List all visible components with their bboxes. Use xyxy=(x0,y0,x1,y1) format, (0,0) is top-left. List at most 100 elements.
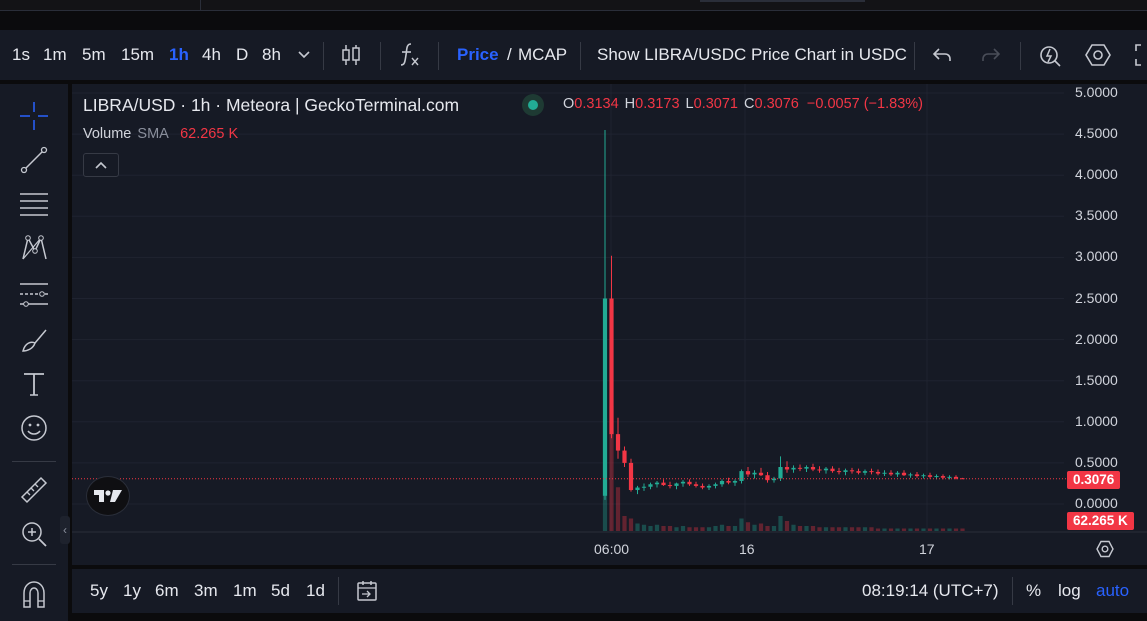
trendline-icon[interactable] xyxy=(12,140,56,180)
collapse-sidebar-button[interactable]: ‹ xyxy=(60,516,70,544)
text-icon[interactable] xyxy=(12,364,56,404)
interval-4h[interactable]: 4h xyxy=(202,30,221,80)
chart-title: LIBRA/USD · 1h · Meteora | GeckoTerminal… xyxy=(83,95,460,115)
toolbar-separator xyxy=(580,42,581,70)
interval-8h[interactable]: 8h xyxy=(262,30,281,80)
interval-1m[interactable]: 1m xyxy=(43,30,67,80)
interval-1s[interactable]: 1s xyxy=(12,30,30,80)
range-5y[interactable]: 5y xyxy=(90,569,108,613)
volume-bar xyxy=(778,516,783,531)
axis-settings-icon[interactable] xyxy=(1095,539,1115,559)
volume-bar xyxy=(953,528,959,531)
calendar-icon[interactable] xyxy=(354,578,380,604)
candle-body xyxy=(693,484,699,486)
collapse-legend-button[interactable] xyxy=(83,153,119,177)
change-value: −0.0057 (−1.83%) xyxy=(806,96,923,112)
interval-d[interactable]: D xyxy=(236,30,248,80)
top-tab-indicator xyxy=(700,0,865,2)
tradingview-logo[interactable] xyxy=(86,476,130,516)
candle-body xyxy=(856,471,861,473)
fib-icon[interactable] xyxy=(12,184,56,224)
zoom-icon[interactable] xyxy=(12,514,56,554)
candle-body xyxy=(875,471,881,474)
settings-icon[interactable] xyxy=(1084,42,1112,68)
pattern-icon[interactable] xyxy=(12,228,56,268)
volume-bar xyxy=(804,526,809,531)
candle-body xyxy=(654,482,660,485)
interval-15m[interactable]: 15m xyxy=(121,30,154,80)
candle-body xyxy=(687,481,692,485)
volume-bar xyxy=(680,526,686,531)
fullscreen-icon[interactable] xyxy=(1133,43,1147,67)
candle-body xyxy=(615,434,621,451)
candle-body xyxy=(713,484,718,486)
candle-body xyxy=(836,471,842,473)
candle-body xyxy=(622,450,627,463)
candle-body xyxy=(797,467,803,469)
interval-1h[interactable]: 1h xyxy=(169,30,189,80)
volume-bar xyxy=(843,527,848,531)
log-toggle[interactable]: log xyxy=(1058,569,1081,613)
candle-body xyxy=(661,482,666,486)
volume-bar xyxy=(628,518,634,531)
volume-bar xyxy=(862,527,868,531)
percent-toggle[interactable]: % xyxy=(1026,569,1041,613)
candle-body xyxy=(648,484,653,487)
candle-body xyxy=(674,483,679,486)
range-1y[interactable]: 1y xyxy=(123,569,141,613)
drawing-toolbar xyxy=(0,84,68,621)
indicators-icon[interactable] xyxy=(396,42,422,68)
volume-bar xyxy=(869,527,874,531)
mcap-toggle[interactable]: MCAP xyxy=(518,30,567,80)
clock-display[interactable]: 08:19:14 (UTC+7) xyxy=(862,569,999,613)
alert-icon[interactable] xyxy=(1037,42,1063,68)
volume-bar xyxy=(615,487,621,531)
candle-body xyxy=(934,476,939,478)
range-1d[interactable]: 1d xyxy=(306,569,325,613)
candle-body xyxy=(940,476,946,478)
volume-bar xyxy=(739,518,744,531)
candle-body xyxy=(635,487,640,491)
emoji-icon[interactable] xyxy=(12,408,56,448)
volume-bar xyxy=(765,526,770,531)
price-axis-label: 2.0000 xyxy=(1075,330,1118,347)
ruler-icon[interactable] xyxy=(12,470,56,510)
show-usdc-chart-button[interactable]: Show LIBRA/USDC Price Chart in USDC xyxy=(597,30,907,80)
candle-body xyxy=(758,472,764,476)
candles-icon[interactable] xyxy=(339,42,363,68)
chevron-up-icon xyxy=(95,161,107,169)
volume-bar xyxy=(758,523,764,531)
magnet-icon[interactable] xyxy=(12,574,56,614)
volume-bar xyxy=(817,527,822,531)
redo-icon[interactable] xyxy=(980,44,1002,66)
range-5d[interactable]: 5d xyxy=(271,569,290,613)
candle-body xyxy=(862,471,868,473)
measure-lines-icon[interactable] xyxy=(12,274,56,314)
volume-bar xyxy=(693,527,699,531)
volume-bar xyxy=(706,527,712,531)
range-6m[interactable]: 6m xyxy=(155,569,179,613)
range-3m[interactable]: 3m xyxy=(194,569,218,613)
volume-bar xyxy=(648,526,653,531)
chart-pane[interactable] xyxy=(72,84,1147,565)
undo-icon[interactable] xyxy=(931,44,953,66)
volume-bar xyxy=(836,527,842,531)
low-key: L xyxy=(685,96,694,112)
price-toggle[interactable]: Price xyxy=(457,30,499,80)
price-axis-label: 3.5000 xyxy=(1075,207,1118,224)
volume-bar xyxy=(661,526,666,531)
range-1m[interactable]: 1m xyxy=(233,569,257,613)
candle-body xyxy=(609,298,614,435)
candle-body xyxy=(706,485,712,488)
chart-canvas[interactable] xyxy=(72,84,1147,565)
candle-body xyxy=(732,480,738,483)
volume-bar xyxy=(654,524,660,531)
interval-5m[interactable]: 5m xyxy=(82,30,106,80)
candle-body xyxy=(602,298,608,496)
auto-toggle[interactable]: auto xyxy=(1096,569,1129,613)
volume-bar xyxy=(687,527,692,531)
brush-icon[interactable] xyxy=(12,320,56,360)
price-axis-label: 5.0000 xyxy=(1075,84,1118,100)
crosshair-icon[interactable] xyxy=(12,96,56,136)
chevron-down-icon[interactable] xyxy=(296,47,312,63)
